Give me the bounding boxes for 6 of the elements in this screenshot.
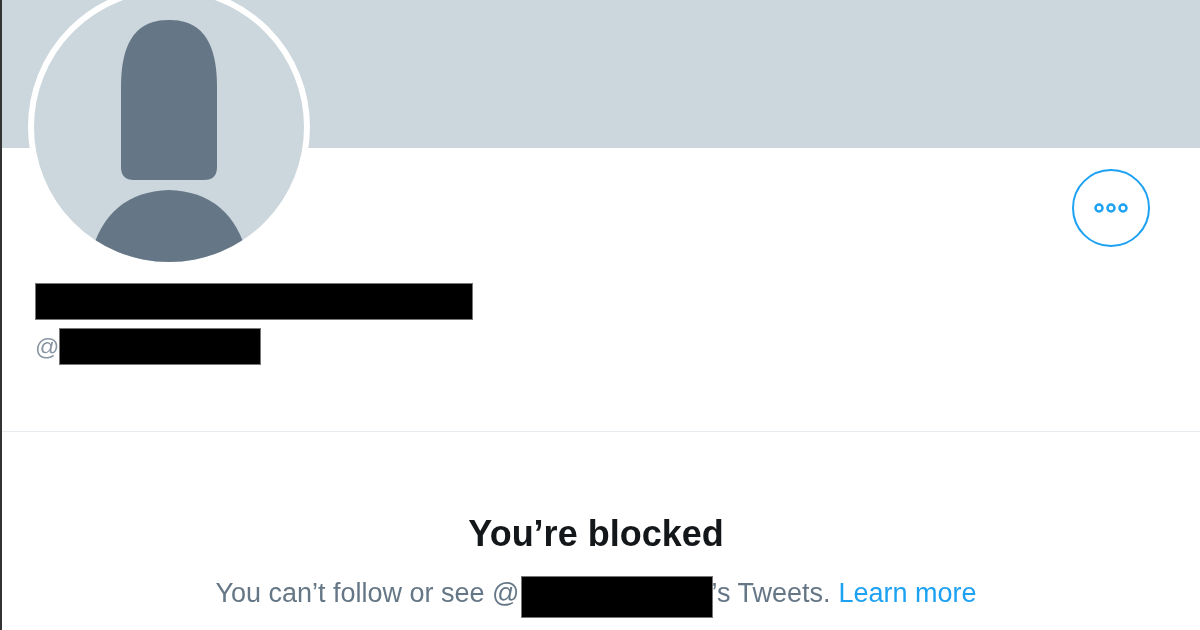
more-icon (1093, 203, 1129, 213)
blocked-message: ’s Tweets. (711, 577, 831, 609)
handle-prefix: @ (35, 331, 60, 362)
learn-more-link[interactable]: Learn more (838, 577, 977, 609)
blocked-title: You’re blocked (468, 512, 724, 556)
blocked-message: You can’t follow or see @ (215, 577, 520, 609)
